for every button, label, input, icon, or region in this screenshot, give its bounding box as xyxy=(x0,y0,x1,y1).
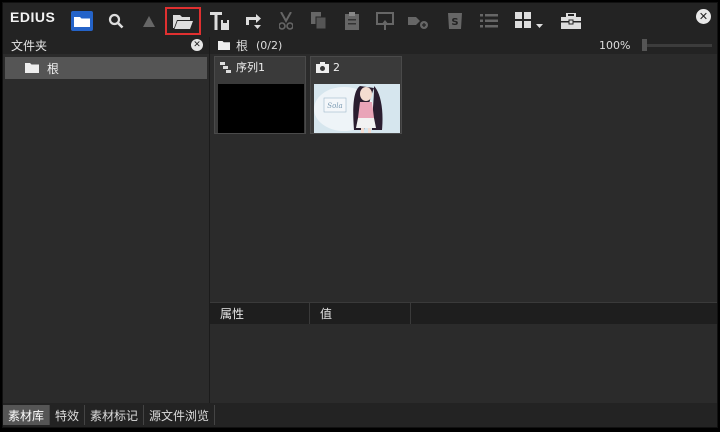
cut-button[interactable] xyxy=(274,10,298,32)
close-window-button[interactable]: ✕ xyxy=(696,9,711,24)
add-text-icon xyxy=(210,12,229,30)
add-to-timeline-icon xyxy=(408,17,428,29)
copy-icon xyxy=(311,12,327,30)
folder-panel-header: 文件夹 ✕ xyxy=(3,37,209,54)
value-column-header[interactable]: 值 xyxy=(310,303,411,324)
zoom-slider-handle[interactable] xyxy=(642,39,647,51)
clip-header: 序列1 xyxy=(215,57,305,77)
paste-button[interactable] xyxy=(340,10,364,32)
cut-icon xyxy=(279,12,293,30)
folder-view-button[interactable] xyxy=(71,11,93,31)
replace-icon xyxy=(246,14,261,29)
triangle-up-icon xyxy=(143,15,155,27)
replace-button[interactable] xyxy=(241,10,265,32)
clip-item-image[interactable]: 2 Sola xyxy=(310,56,402,134)
clip-bin: 根 (0/2) 100% 序列1 2 Sola 属性 值 xyxy=(210,37,717,403)
svg-text:S: S xyxy=(451,17,458,28)
bottom-tab-bar: 素材库 特效 素材标记 源文件浏览 xyxy=(3,403,717,427)
clip-label: 序列1 xyxy=(236,61,265,74)
tab-clip-markers[interactable]: 素材标记 xyxy=(85,405,145,425)
tab-effects[interactable]: 特效 xyxy=(50,405,86,425)
list-view-icon xyxy=(480,14,498,28)
tab-source-browser[interactable]: 源文件浏览 xyxy=(144,405,216,425)
refresh-icon: S xyxy=(448,13,462,29)
clip-header: 2 xyxy=(311,57,401,77)
add-to-timeline-button[interactable] xyxy=(406,10,430,32)
bin-clip-count: (0/2) xyxy=(256,39,283,52)
sequence-icon xyxy=(220,61,231,73)
folder-tree-item-label: 根 xyxy=(47,61,60,76)
search-button[interactable] xyxy=(104,10,128,32)
tab-asset-library[interactable]: 素材库 xyxy=(3,405,51,425)
add-text-button[interactable] xyxy=(208,10,232,32)
app-logo: EDIUS xyxy=(10,9,56,25)
open-folder-icon xyxy=(173,14,193,29)
folder-tree-item-root[interactable]: 根 xyxy=(5,57,207,79)
clip-label: 2 xyxy=(333,60,340,74)
toolbox-button[interactable] xyxy=(559,10,583,32)
clip-item-sequence[interactable]: 序列1 xyxy=(214,56,306,134)
close-icon: ✕ xyxy=(193,40,201,50)
export-icon xyxy=(376,12,394,30)
bin-path-label: 根 xyxy=(236,39,249,53)
folder-panel-close-button[interactable]: ✕ xyxy=(191,39,203,51)
close-icon: ✕ xyxy=(698,10,709,23)
refresh-button[interactable]: S xyxy=(443,10,467,32)
zoom-slider[interactable] xyxy=(642,39,712,51)
open-folder-button[interactable] xyxy=(165,7,201,35)
up-folder-button[interactable] xyxy=(137,10,161,32)
grid-view-icon xyxy=(515,12,543,28)
folder-panel-title: 文件夹 xyxy=(11,39,48,53)
svg-text:Sola: Sola xyxy=(327,102,342,110)
clip-thumbnail xyxy=(218,84,304,133)
clip-thumbnail: Sola xyxy=(314,84,400,133)
grid-view-button[interactable] xyxy=(513,10,547,32)
bin-path-bar: 根 (0/2) 100% xyxy=(210,37,717,54)
anime-illustration-thumbnail: Sola xyxy=(314,84,400,133)
folder-icon xyxy=(74,17,90,27)
paste-icon xyxy=(345,12,359,30)
property-column-header[interactable]: 属性 xyxy=(210,303,310,324)
properties-header: 属性 值 xyxy=(210,302,717,324)
folder-icon xyxy=(218,41,230,50)
toolbox-icon xyxy=(561,13,581,29)
folder-icon xyxy=(25,63,39,73)
toolbar: EDIUS S ✕ xyxy=(3,3,717,37)
list-view-button[interactable] xyxy=(477,10,501,32)
export-button[interactable] xyxy=(373,10,397,32)
folder-panel: 文件夹 ✕ 根 xyxy=(3,37,210,403)
search-icon xyxy=(108,13,124,29)
copy-button[interactable] xyxy=(307,10,331,32)
asset-library-window: EDIUS S ✕ 文件夹 ✕ 根 根 (0/2) 100% 序列1 2 Sol… xyxy=(2,2,718,428)
zoom-level: 100% xyxy=(599,39,631,52)
camera-icon xyxy=(316,61,329,73)
